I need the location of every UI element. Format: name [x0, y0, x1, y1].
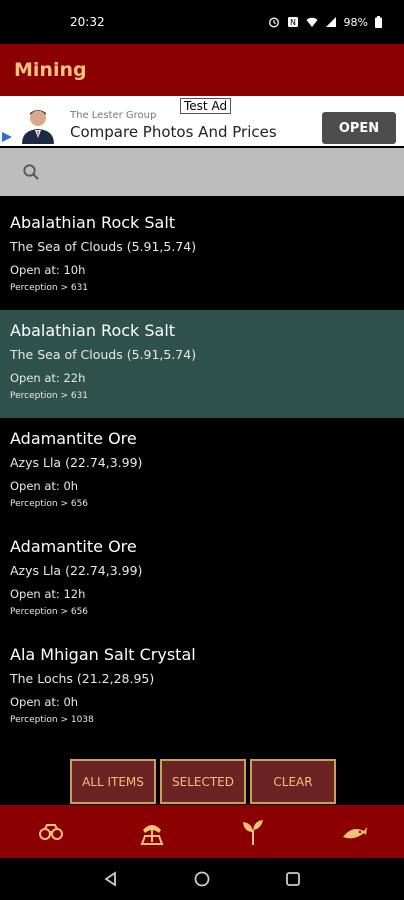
- item-location: Azys Lla (22.74,3.99): [10, 455, 143, 470]
- item-name: Adamantite Ore: [10, 429, 137, 448]
- item-name: Ala Mhigan Salt Crystal: [10, 645, 196, 664]
- item-name: Abalathian Rock Salt: [10, 321, 176, 340]
- nav-binoculars[interactable]: [31, 812, 71, 852]
- nav-fishing[interactable]: [334, 812, 374, 852]
- status-bar: 20:32 N 98%: [0, 0, 404, 44]
- filter-bar: ALL ITEMS SELECTED CLEAR: [70, 759, 336, 804]
- binoculars-icon: [38, 823, 63, 840]
- nav-botany[interactable]: [233, 812, 273, 852]
- item-perception: Perception > 1038: [10, 715, 94, 725]
- list-item-selected[interactable]: Abalathian Rock Salt The Sea of Clouds (…: [0, 310, 404, 418]
- back-icon[interactable]: [103, 871, 119, 887]
- selected-button[interactable]: SELECTED: [160, 759, 246, 804]
- alarm-icon: [268, 17, 279, 28]
- item-open-time: Open at: 0h: [10, 479, 79, 493]
- item-perception: Perception > 656: [10, 607, 89, 617]
- recents-icon[interactable]: [285, 871, 301, 887]
- item-name: Abalathian Rock Salt: [10, 213, 176, 232]
- item-perception: Perception > 631: [10, 391, 89, 401]
- nav-mining[interactable]: [132, 812, 172, 852]
- svg-text:N: N: [290, 18, 296, 27]
- mining-icon: [140, 824, 163, 845]
- home-icon[interactable]: [193, 870, 211, 888]
- ad-open-button[interactable]: OPEN: [322, 112, 396, 144]
- item-name: Adamantite Ore: [10, 537, 137, 556]
- all-items-button[interactable]: ALL ITEMS: [70, 759, 156, 804]
- ad-banner[interactable]: Test Ad The Lester Group Compare Photos …: [0, 96, 404, 146]
- gathering-list: Abalathian Rock Salt The Sea of Clouds (…: [0, 202, 404, 742]
- item-location: The Sea of Clouds (5.91,5.74): [10, 239, 197, 254]
- signal-icon: [325, 17, 336, 27]
- status-icons: N 98%: [268, 16, 382, 29]
- advertiser-avatar: [18, 104, 58, 144]
- list-item[interactable]: Adamantite Ore Azys Lla (22.74,3.99) Ope…: [0, 418, 404, 526]
- search-bar[interactable]: [0, 148, 404, 196]
- ad-advertiser: The Lester Group: [70, 110, 157, 121]
- item-open-time: Open at: 10h: [10, 263, 86, 277]
- battery-icon: [375, 16, 382, 28]
- botany-icon: [242, 819, 263, 845]
- item-location: The Sea of Clouds (5.91,5.74): [10, 347, 197, 362]
- wifi-icon: [306, 17, 318, 27]
- list-item[interactable]: Abalathian Rock Salt The Sea of Clouds (…: [0, 202, 404, 310]
- item-perception: Perception > 631: [10, 283, 89, 293]
- system-nav-bar: [0, 858, 404, 900]
- item-perception: Perception > 656: [10, 499, 89, 509]
- search-icon[interactable]: [22, 163, 40, 181]
- item-location: Azys Lla (22.74,3.99): [10, 563, 143, 578]
- battery-percent: 98%: [343, 15, 368, 29]
- test-ad-label: Test Ad: [180, 98, 232, 114]
- page-title: Mining: [14, 59, 87, 81]
- item-open-time: Open at: 22h: [10, 371, 86, 385]
- bottom-nav: [0, 805, 404, 858]
- ad-headline[interactable]: Compare Photos And Prices: [70, 123, 277, 141]
- nfc-icon: N: [287, 17, 298, 27]
- list-item[interactable]: Adamantite Ore Azys Lla (22.74,3.99) Ope…: [0, 526, 404, 634]
- item-open-time: Open at: 12h: [10, 587, 86, 601]
- fishing-icon: [342, 826, 367, 838]
- list-item[interactable]: Ala Mhigan Salt Crystal The Lochs (21.2,…: [0, 634, 404, 742]
- clear-button[interactable]: CLEAR: [250, 759, 336, 804]
- ad-choices-icon[interactable]: [0, 130, 14, 144]
- status-time: 20:32: [70, 15, 105, 29]
- item-location: The Lochs (21.2,28.95): [10, 671, 155, 686]
- item-open-time: Open at: 0h: [10, 695, 79, 709]
- app-bar: Mining: [0, 44, 404, 96]
